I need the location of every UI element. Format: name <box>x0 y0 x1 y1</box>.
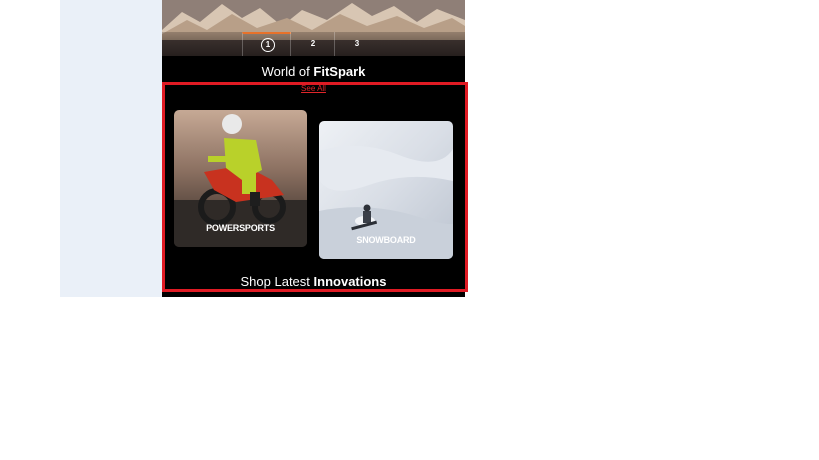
carousel-dot-2[interactable]: 2 <box>306 37 320 51</box>
category-card-snowboard[interactable]: SNOWBOARD <box>319 121 453 259</box>
world-section-title: World of FitSpark <box>162 64 465 79</box>
page-background-panel <box>60 0 162 297</box>
carousel-pager: 1 2 3 <box>162 32 465 56</box>
carousel-dot-3[interactable]: 3 <box>350 37 364 51</box>
world-title-prefix: World of <box>261 64 310 79</box>
category-card-powersports[interactable]: POWERSPORTS <box>174 110 307 247</box>
carousel-dot-1[interactable]: 1 <box>261 38 275 52</box>
mobile-viewport: 1 2 3 World of FitSpark See All POWERSPO… <box>162 0 465 297</box>
category-label-powersports: POWERSPORTS <box>206 223 275 233</box>
category-label-snowboard: SNOWBOARD <box>356 235 416 245</box>
world-title-brand: FitSpark <box>313 64 366 79</box>
innovations-title-prefix: Shop Latest <box>240 274 310 289</box>
innovations-section-title: Shop Latest Innovations <box>162 274 465 289</box>
innovations-title-bold: Innovations <box>313 274 387 289</box>
hero-banner[interactable]: 1 2 3 <box>162 0 465 56</box>
see-all-link[interactable]: See All <box>162 84 465 93</box>
